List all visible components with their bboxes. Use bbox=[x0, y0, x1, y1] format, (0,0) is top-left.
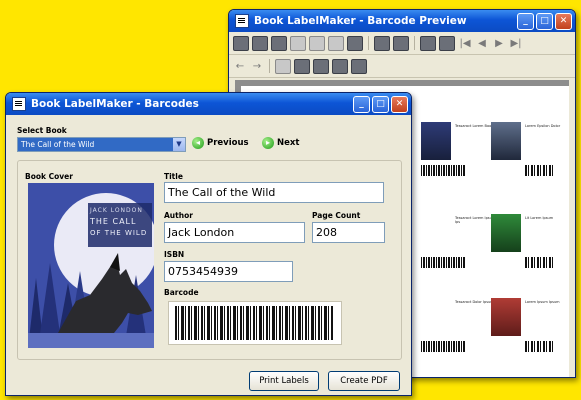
minimize-icon[interactable]: _ bbox=[517, 12, 534, 30]
first-page-icon[interactable]: |◀ bbox=[458, 37, 472, 50]
author-label: Author bbox=[164, 211, 193, 220]
main-titlebar[interactable]: Book LabelMaker - Barcodes _ □ ✕ bbox=[6, 93, 411, 115]
cover-title-line1: THE CALL bbox=[90, 217, 137, 226]
preview-titlebar[interactable]: Book LabelMaker - Barcode Preview _ □ ✕ bbox=[229, 10, 575, 32]
create-pdf-button[interactable]: Create PDF bbox=[328, 371, 400, 391]
barcodes-window: Book LabelMaker - Barcodes _ □ ✕ Select … bbox=[5, 92, 412, 396]
page-count-field[interactable]: 208 bbox=[312, 222, 385, 243]
close-icon[interactable]: ✕ bbox=[555, 12, 572, 30]
label-cover-image bbox=[491, 214, 521, 252]
label-barcode bbox=[525, 341, 555, 352]
title-label: Title bbox=[164, 172, 183, 181]
label-cover-image bbox=[491, 122, 521, 160]
book-cover-label: Book Cover bbox=[25, 172, 73, 181]
single-page-icon[interactable] bbox=[275, 58, 291, 74]
book-cover-image: JACK LONDON THE CALL OF THE WILD bbox=[28, 183, 154, 348]
main-window-title: Book LabelMaker - Barcodes bbox=[31, 98, 199, 110]
close-icon[interactable]: ✕ bbox=[391, 95, 408, 113]
next-button[interactable]: ▸ Next bbox=[262, 137, 299, 149]
label-barcode bbox=[525, 165, 555, 176]
previous-button[interactable]: ◂ Previous bbox=[192, 137, 249, 149]
forward-icon[interactable]: → bbox=[250, 60, 264, 73]
next-label: Next bbox=[277, 138, 300, 148]
preview-label: Tessaract Lorem Ipsum Ips bbox=[421, 214, 499, 272]
toolbar-separator bbox=[269, 59, 270, 73]
maximize-icon[interactable]: □ bbox=[536, 12, 553, 30]
previous-label: Previous bbox=[207, 138, 249, 148]
layout-icon[interactable] bbox=[347, 35, 363, 51]
print-labels-button[interactable]: Print Labels bbox=[249, 371, 319, 391]
label-cover-image bbox=[491, 298, 521, 336]
preview-label: Tessaract Lorem Book bbox=[421, 122, 499, 180]
label-barcode bbox=[421, 341, 465, 352]
preview-label: Lorem Epsilon Dolor bbox=[491, 122, 569, 180]
select-book-label: Select Book bbox=[17, 126, 67, 135]
preview-label: Tessaract Dolor Ipsum bbox=[421, 298, 499, 356]
page-view-icon[interactable] bbox=[328, 35, 344, 51]
toolbar-separator bbox=[414, 36, 415, 50]
label-barcode bbox=[421, 257, 465, 268]
label-cover-image bbox=[421, 298, 451, 336]
label-cover-image bbox=[421, 214, 451, 252]
isbn-label: ISBN bbox=[164, 250, 185, 259]
page-setup-icon[interactable] bbox=[309, 35, 325, 51]
copy-icon[interactable] bbox=[420, 35, 436, 51]
dropdown-arrow-icon[interactable]: ▼ bbox=[173, 138, 185, 151]
app-icon bbox=[235, 14, 249, 28]
label-cover-image bbox=[421, 122, 451, 160]
preview-label: Lorem Ipsum Ipsum bbox=[491, 298, 569, 356]
thumbnails-icon[interactable] bbox=[351, 58, 367, 74]
save-icon[interactable] bbox=[252, 35, 268, 51]
minimize-icon[interactable]: _ bbox=[353, 95, 370, 113]
label-text: Lorem Epsilon Dolor bbox=[525, 124, 561, 128]
next-page-icon[interactable]: ▶ bbox=[492, 37, 506, 50]
cover-title-line2: OF THE WILD bbox=[90, 229, 148, 237]
preview-toolbar-bottom: ← → bbox=[229, 55, 575, 78]
barcode-image bbox=[168, 301, 342, 345]
four-page-icon[interactable] bbox=[313, 58, 329, 74]
toolbar-separator bbox=[368, 36, 369, 50]
next-icon: ▸ bbox=[262, 137, 274, 149]
author-field[interactable]: Jack London bbox=[164, 222, 305, 243]
cover-author-text: JACK LONDON bbox=[90, 207, 143, 214]
preview-window-title: Book LabelMaker - Barcode Preview bbox=[254, 15, 467, 27]
maximize-icon[interactable]: □ bbox=[372, 95, 389, 113]
find-icon[interactable] bbox=[393, 35, 409, 51]
previous-icon: ◂ bbox=[192, 137, 204, 149]
preview-toolbar-top: |◀ ◀ ▶ ▶| bbox=[229, 32, 575, 55]
title-field[interactable]: The Call of the Wild bbox=[164, 182, 384, 203]
back-icon[interactable]: ← bbox=[233, 60, 247, 73]
barcode-bars bbox=[175, 306, 333, 340]
zoom-icon[interactable] bbox=[374, 35, 390, 51]
label-barcode bbox=[421, 165, 465, 176]
isbn-field[interactable]: 0753454939 bbox=[164, 261, 293, 282]
last-page-icon[interactable]: ▶| bbox=[509, 37, 523, 50]
page-count-label: Page Count bbox=[312, 211, 361, 220]
multi-page-icon[interactable] bbox=[332, 58, 348, 74]
label-text: Lit Lorem Ipsum bbox=[525, 216, 554, 220]
barcode-label: Barcode bbox=[164, 288, 199, 297]
label-barcode bbox=[525, 257, 555, 268]
preview-label: Lit Lorem Ipsum bbox=[491, 214, 569, 272]
label-text: Lorem Ipsum Ipsum bbox=[525, 300, 560, 304]
book-select[interactable]: The Call of the Wild ▼ bbox=[17, 137, 186, 152]
print-icon[interactable] bbox=[233, 35, 249, 51]
printer-icon[interactable] bbox=[271, 35, 287, 51]
page-icon[interactable] bbox=[290, 35, 306, 51]
app-icon bbox=[12, 97, 26, 111]
two-page-icon[interactable] bbox=[294, 58, 310, 74]
book-select-value: The Call of the Wild bbox=[21, 140, 95, 149]
binoculars-icon[interactable] bbox=[439, 35, 455, 51]
prev-page-icon[interactable]: ◀ bbox=[475, 37, 489, 50]
